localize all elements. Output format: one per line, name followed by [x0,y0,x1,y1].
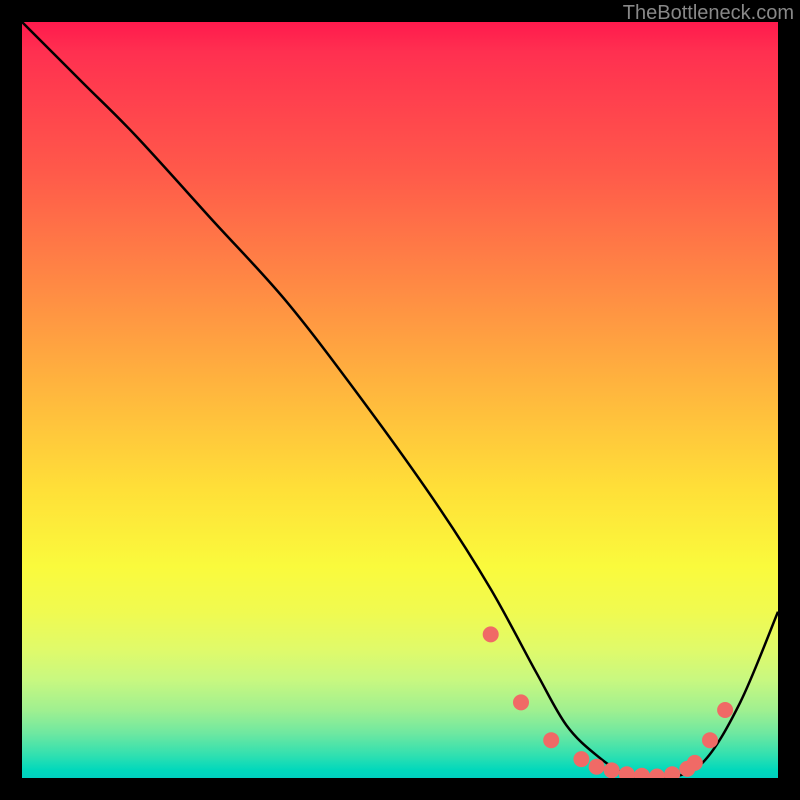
marker-dot [573,751,589,767]
marker-dot [634,768,650,778]
marker-dot [702,732,718,748]
marker-dot [483,626,499,642]
marker-dot [717,702,733,718]
marker-dot [649,769,665,779]
marker-dot [619,766,635,778]
marker-dot [664,766,680,778]
chart-svg [22,22,778,778]
marker-dot [687,755,703,771]
marker-dot [589,759,605,775]
marker-dot [513,694,529,710]
marker-dots [483,626,733,778]
marker-dot [604,762,620,778]
marker-dot [543,732,559,748]
bottleneck-curve [22,22,778,778]
watermark-text: TheBottleneck.com [623,2,794,25]
plot-area [22,22,778,778]
